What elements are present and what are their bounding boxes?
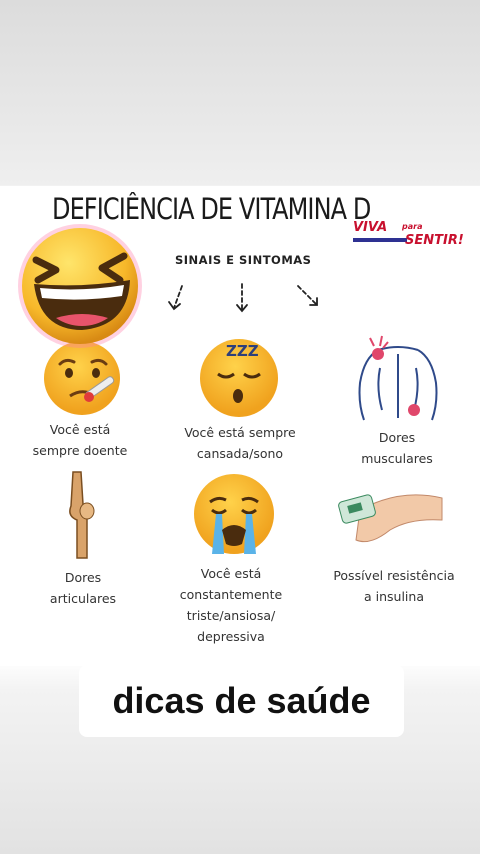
caption-line: sempre doente — [32, 443, 128, 458]
caption-line: Você está — [49, 422, 111, 437]
caption-triste-ansiosa: Você está constantemente triste/ansiosa/… — [161, 563, 301, 647]
caption-dores-musculares: Dores musculares — [327, 427, 467, 469]
caption-sempre-doente: Você está sempre doente — [10, 419, 150, 461]
sleepy-emoji-icon: ZZZ — [200, 339, 278, 417]
caption-line: constantemente — [179, 587, 283, 602]
caption-line: Você está — [200, 566, 262, 581]
caption-resistencia-insulina: Possível resistência a insulina — [312, 565, 476, 607]
logo-word-para: para — [402, 222, 423, 231]
caption-line: Possível resistência — [333, 568, 455, 583]
caption-line: a insulina — [364, 589, 424, 604]
caption-line: Dores — [378, 430, 416, 445]
caption-cansada-sono: Você está sempre cansada/sono — [160, 422, 320, 464]
caption-dores-articulares: Dores articulares — [13, 567, 153, 609]
logo-arrow-bar — [353, 238, 407, 242]
dicas-de-saude-caption: dicas de saúde — [79, 665, 404, 737]
knee-joint-icon — [69, 471, 95, 559]
caption-line: depressiva — [197, 629, 265, 644]
sick-thermometer-emoji-icon — [44, 341, 120, 415]
infographic-subtitle: SINAIS E SINTOMAS — [175, 253, 312, 267]
caption-line: musculares — [361, 451, 433, 466]
zzz-text: ZZZ — [226, 342, 259, 360]
caption-line: articulares — [49, 591, 117, 606]
insulin-injection-icon — [338, 494, 443, 543]
arrows-icon — [168, 283, 318, 313]
caption-line: triste/ansiosa/ — [186, 608, 276, 623]
laughing-emoji-sticker[interactable] — [16, 222, 144, 350]
viva-para-sentir-logo: VIVA para SENTIR! — [353, 220, 480, 260]
caption-line: Dores — [64, 570, 102, 585]
infographic-title: DEFICIÊNCIA DE VITAMINA D — [52, 192, 371, 226]
logo-word-sentir: SENTIR! — [405, 233, 464, 248]
caption-line: cansada/sono — [196, 446, 284, 461]
caption-line: Você está sempre — [184, 425, 296, 440]
crying-emoji-icon — [194, 474, 274, 554]
back-pain-icon — [358, 335, 438, 421]
logo-word-viva: VIVA — [353, 220, 388, 235]
